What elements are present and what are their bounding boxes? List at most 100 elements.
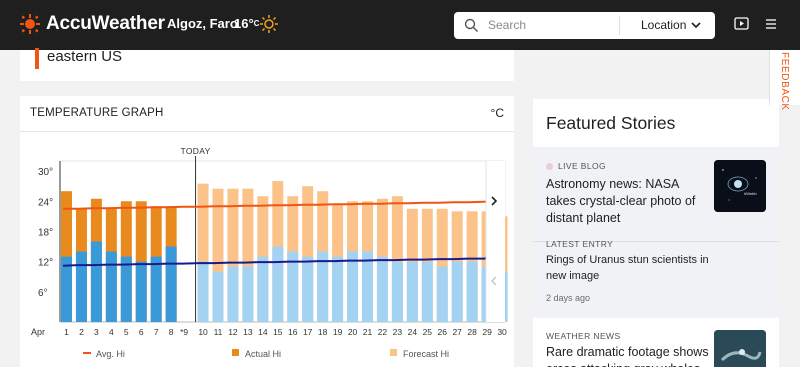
x-tick-label: *9 (180, 327, 188, 337)
live-dot-icon (546, 162, 553, 170)
story-tag-row: LIVE BLOG (546, 161, 606, 171)
orca-image (714, 330, 766, 367)
bar-lo-5 (120, 256, 132, 322)
today-label: TODAY (181, 146, 211, 156)
x-tick-label: 17 (303, 327, 313, 337)
bar-lo-10 (197, 261, 209, 322)
story-timestamp: 2 days ago (546, 293, 591, 303)
bar-lo-27 (451, 261, 463, 322)
accuweather-logo[interactable]: AccuWeather (20, 13, 165, 35)
menu-icon[interactable] (765, 18, 777, 30)
top-navigation-bar: AccuWeather Algoz, Faro 16°C Search Loca… (0, 0, 800, 50)
logo-text: AccuWeather (46, 13, 165, 34)
x-tick-label: 20 (348, 327, 358, 337)
temperature-chart: 30° 24° 18° 12° 6° 1 2 3 4 5 6 7 8 *9 10 11 12 13 14 15 16 17… (31, 146, 508, 359)
story-headline[interactable]: Astronomy news: NASA takes crystal-clear… (546, 176, 708, 227)
x-tick-label: 5 (124, 327, 129, 337)
y-tick-label: 12° (38, 258, 53, 269)
bar-lo-17 (302, 256, 314, 322)
legend-forecast-hi-swatch (390, 349, 397, 356)
x-tick-label: 7 (154, 327, 159, 337)
bar-lo-3 (90, 241, 102, 322)
search-divider (619, 16, 620, 35)
legend-avg-hi: Avg. Hi (96, 349, 125, 359)
video-icon[interactable] (734, 17, 749, 31)
story-card-weather-news[interactable]: WEATHER NEWS Rare dramatic footage shows… (533, 318, 779, 367)
news-card[interactable]: eastern US (20, 48, 514, 81)
x-tick-label: 2 (79, 327, 84, 337)
x-tick-label: 8 (169, 327, 174, 337)
bar-lo-26 (436, 266, 448, 322)
search-icon (464, 18, 478, 32)
x-tick-label: 12 (228, 327, 238, 337)
nav-column (486, 161, 505, 322)
bar-lo-4 (105, 251, 117, 322)
latest-entry-headline[interactable]: Rings of Uranus stun scientists in new i… (546, 252, 721, 284)
bar-lo-28 (466, 261, 478, 322)
thumbnail-caption: #Webb (744, 191, 757, 196)
x-tick-label: 18 (318, 327, 328, 337)
story-card-live-blog[interactable]: LIVE BLOG Astronomy news: NASA takes cry… (533, 147, 779, 317)
bar-lo-7 (150, 256, 162, 322)
x-tick-label: 16 (288, 327, 298, 337)
feedback-tab[interactable]: FEEDBACK (769, 50, 800, 111)
bar-lo-24 (406, 261, 418, 322)
x-tick-label: 23 (393, 327, 403, 337)
story-headline[interactable]: Rare dramatic footage shows orcas attack… (546, 344, 711, 367)
bar-lo-15 (272, 246, 284, 322)
latest-entry-tag: LATEST ENTRY (546, 239, 614, 249)
month-label: Apr (31, 327, 45, 337)
story-thumbnail[interactable]: #Webb (714, 160, 766, 212)
x-tick-label: 22 (378, 327, 388, 337)
x-tick-label: 19 (333, 327, 343, 337)
x-tick-label: 29 (482, 327, 492, 337)
story-thumbnail[interactable] (714, 330, 766, 367)
search-input[interactable]: Search (488, 18, 526, 32)
bar-lo-23 (391, 261, 403, 322)
search-bar[interactable]: Search Location (454, 12, 715, 39)
x-tick-label: 11 (214, 327, 223, 337)
bar-lo-13 (242, 266, 254, 322)
story-tag: WEATHER NEWS (546, 331, 621, 341)
x-tick-label: 13 (243, 327, 253, 337)
x-tick-label: 6 (139, 327, 144, 337)
y-tick-label: 6° (38, 288, 48, 299)
x-tick-label: 28 (467, 327, 477, 337)
bar-lo-20 (347, 251, 359, 322)
y-tick-label: 18° (38, 227, 53, 238)
x-tick-label: 26 (438, 327, 448, 337)
sun-icon (260, 15, 278, 33)
bar-lo-8 (165, 246, 177, 322)
bar-lo-18 (317, 251, 329, 322)
location-button[interactable]: Location (641, 18, 686, 32)
uranus-image (714, 160, 766, 212)
bar-lo-6 (135, 261, 147, 322)
current-location[interactable]: Algoz, Faro (167, 16, 238, 31)
bar-lo-12 (227, 266, 239, 322)
x-tick-label: 27 (452, 327, 462, 337)
accuweather-logo-icon (20, 14, 40, 34)
x-tick-label: 30 (497, 327, 507, 337)
x-tick-label: 21 (363, 327, 373, 337)
bar-lo-19 (332, 256, 344, 322)
temp-value: 16° (234, 16, 254, 31)
bar-lo-22 (376, 256, 388, 322)
chevron-down-icon[interactable] (690, 19, 702, 31)
bar-lo-2 (75, 251, 87, 322)
legend-forecast-hi: Forecast Hi (403, 349, 449, 359)
bar-lo-21 (362, 251, 373, 322)
x-tick-label: 14 (258, 327, 268, 337)
news-card-title: eastern US (47, 48, 123, 65)
bar-lo-14 (257, 256, 269, 322)
x-tick-label: 10 (198, 327, 208, 337)
legend-actual-hi: Actual Hi (245, 349, 281, 359)
x-tick-label: 4 (109, 327, 114, 337)
y-tick-label: 24° (38, 197, 53, 208)
y-tick-label: 30° (38, 167, 53, 178)
story-tag: LIVE BLOG (558, 161, 607, 171)
current-temperature[interactable]: 16°C (234, 16, 259, 31)
x-tick-label: 15 (273, 327, 283, 337)
x-tick-label: 1 (64, 327, 69, 337)
bar-lo-11 (212, 271, 224, 322)
accent-bar (35, 48, 39, 69)
